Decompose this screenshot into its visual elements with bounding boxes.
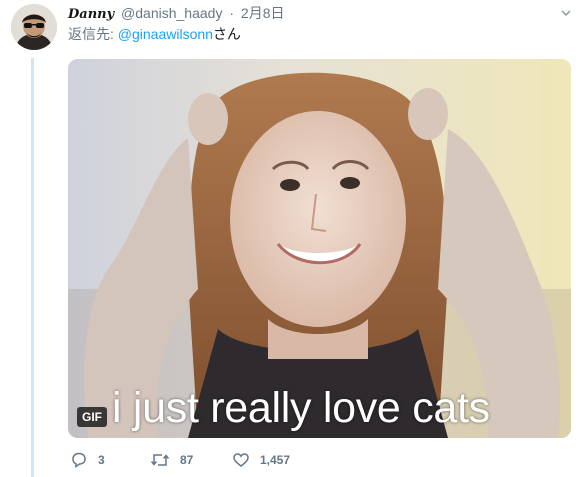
like-count: 1,457 bbox=[260, 453, 291, 467]
gif-frame-image bbox=[68, 59, 571, 438]
gif-media[interactable]: GIF i just really love cats bbox=[68, 59, 571, 438]
reply-to-label: 返信先: bbox=[68, 26, 118, 42]
retweet-button[interactable]: 87 bbox=[150, 449, 193, 471]
heart-icon bbox=[233, 453, 249, 467]
retweet-icon bbox=[150, 454, 170, 466]
user-handle[interactable]: @danish_haady bbox=[121, 5, 222, 21]
chevron-down-icon[interactable] bbox=[561, 8, 571, 18]
gif-badge: GIF bbox=[77, 407, 107, 427]
thread-line bbox=[31, 58, 34, 477]
tweet-timestamp[interactable]: 2月8日 bbox=[241, 5, 285, 21]
tweet-header: Danny @danish_haady · 2月8日 bbox=[68, 4, 284, 24]
reply-button[interactable]: 3 bbox=[70, 449, 105, 471]
avatar-image bbox=[11, 4, 57, 50]
reply-count: 3 bbox=[98, 453, 105, 467]
reply-mention-link[interactable]: @ginaawilsonn bbox=[118, 26, 213, 42]
retweet-count: 87 bbox=[180, 453, 194, 467]
reply-to-line: 返信先: @ginaawilsonnさん bbox=[68, 25, 241, 43]
tweet-actions: 3 87 1,457 bbox=[68, 449, 488, 471]
separator-dot: · bbox=[229, 5, 235, 21]
like-button[interactable]: 1,457 bbox=[232, 449, 290, 471]
avatar[interactable] bbox=[11, 4, 57, 50]
display-name[interactable]: Danny bbox=[68, 7, 114, 22]
tweet[interactable]: Danny @danish_haady · 2月8日 返信先: @ginaawi… bbox=[0, 0, 583, 477]
reply-icon bbox=[72, 452, 86, 468]
gif-caption: i just really love cats bbox=[112, 384, 490, 432]
reply-to-suffix: さん bbox=[212, 26, 241, 42]
